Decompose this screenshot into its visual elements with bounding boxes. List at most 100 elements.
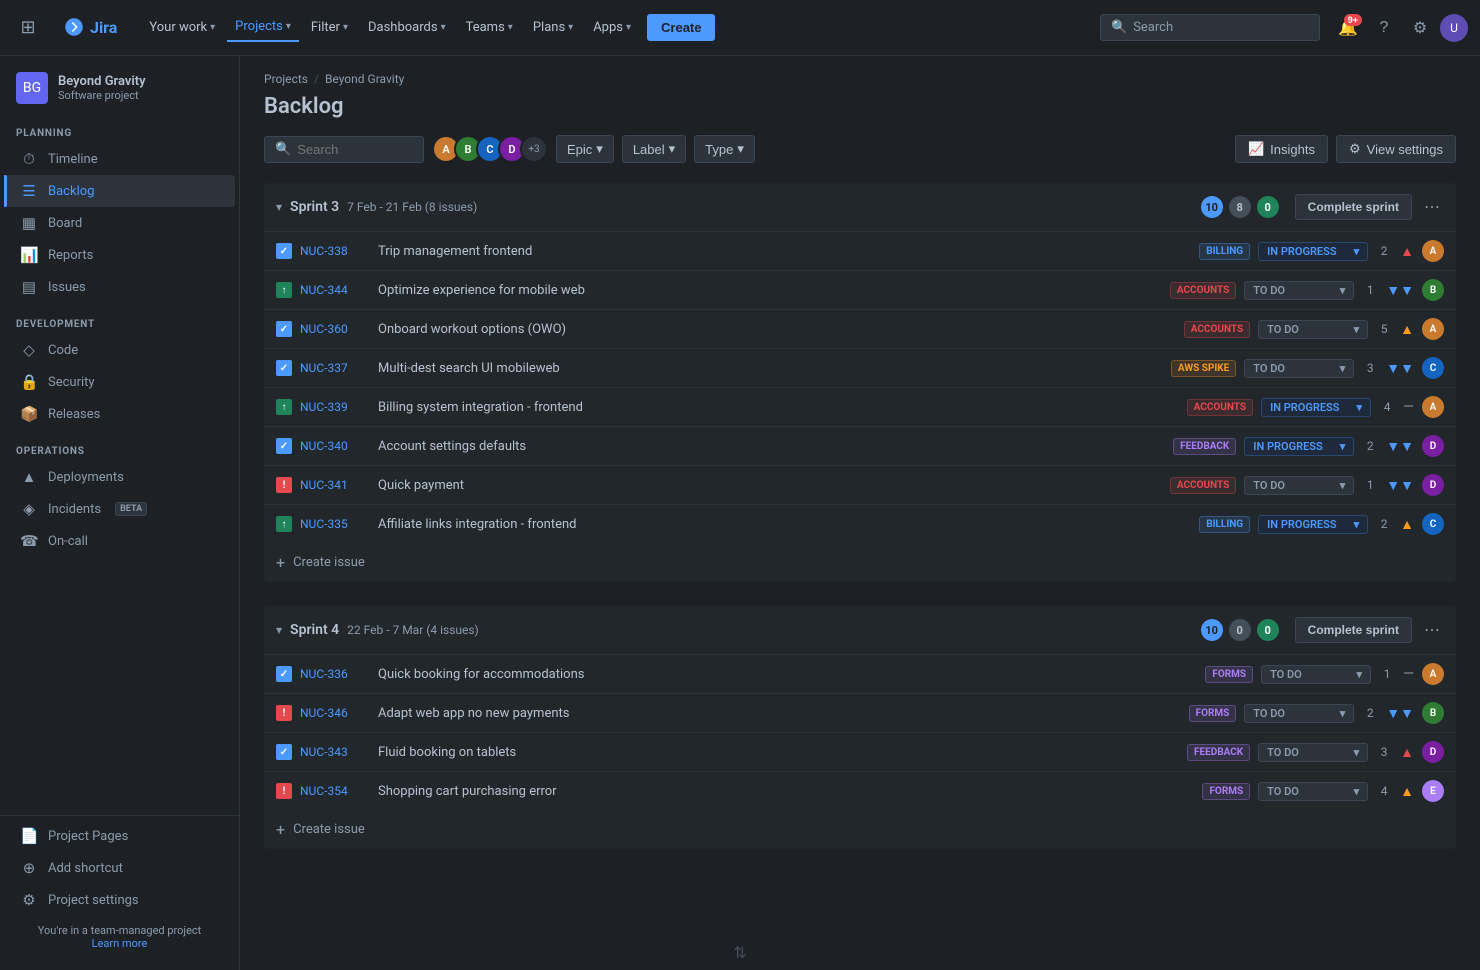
issue-points: 1 <box>1362 478 1378 492</box>
sidebar-item-project-pages[interactable]: 📄 Project Pages <box>4 820 235 852</box>
search-icon: 🔍 <box>1111 20 1127 35</box>
sprint4-menu-button[interactable]: ⋯ <box>1420 616 1444 644</box>
issue-points: 2 <box>1376 244 1392 258</box>
issue-status[interactable]: IN PROGRESS ▾ <box>1244 437 1354 456</box>
issue-row[interactable]: ↑ NUC-339 Billing system integration - f… <box>264 388 1456 427</box>
nav-plans[interactable]: Plans ▾ <box>525 14 581 41</box>
label-filter[interactable]: Label ▾ <box>622 135 686 163</box>
sidebar-item-project-settings[interactable]: ⚙ Project settings <box>4 884 235 916</box>
issue-row[interactable]: ! NUC-354 Shopping cart purchasing error… <box>264 772 1456 810</box>
sidebar-item-add-shortcut[interactable]: ⊕ Add shortcut <box>4 852 235 884</box>
issue-key[interactable]: NUC-343 <box>300 745 370 759</box>
insights-button[interactable]: 📈 Insights <box>1235 135 1328 163</box>
sidebar-item-security[interactable]: 🔒 Security <box>4 366 235 398</box>
sidebar-item-releases[interactable]: 📦 Releases <box>4 398 235 430</box>
issue-row[interactable]: ! NUC-341 Quick payment ACCOUNTS TO DO ▾… <box>264 466 1456 505</box>
resize-handle[interactable]: ⇅ <box>733 943 746 962</box>
breadcrumb-projects[interactable]: Projects <box>264 72 308 86</box>
nav-filter[interactable]: Filter ▾ <box>303 14 356 41</box>
sprint4-dates: 22 Feb - 7 Mar (4 issues) <box>347 623 479 637</box>
nav-your-work[interactable]: Your work ▾ <box>141 14 223 41</box>
sprint3-header[interactable]: ▾ Sprint 3 7 Feb - 21 Feb (8 issues) 10 … <box>264 183 1456 232</box>
sidebar: BG Beyond Gravity Software project PLANN… <box>0 56 240 970</box>
issue-status[interactable]: IN PROGRESS ▾ <box>1258 515 1368 534</box>
issue-status[interactable]: TO DO ▾ <box>1258 782 1368 801</box>
nav-apps[interactable]: Apps ▾ <box>585 14 639 41</box>
issue-avatar: A <box>1422 396 1444 418</box>
sidebar-item-backlog[interactable]: ☰ Backlog <box>4 175 235 207</box>
issue-row[interactable]: ! NUC-346 Adapt web app no new payments … <box>264 694 1456 733</box>
nav-dashboards[interactable]: Dashboards ▾ <box>360 14 454 41</box>
search-box[interactable]: 🔍 Search <box>1100 14 1320 41</box>
sidebar-item-deployments[interactable]: ▲ Deployments <box>4 461 235 493</box>
issue-key[interactable]: NUC-338 <box>300 244 370 258</box>
grid-menu-icon[interactable]: ⊞ <box>12 12 44 44</box>
app-logo[interactable]: Jira <box>52 0 129 56</box>
sprint4-complete-button[interactable]: Complete sprint <box>1295 617 1412 643</box>
assignee-filter[interactable]: A B C D +3 <box>432 135 548 163</box>
issue-row[interactable]: ↑ NUC-344 Optimize experience for mobile… <box>264 271 1456 310</box>
issue-row[interactable]: ↑ NUC-335 Affiliate links integration - … <box>264 505 1456 543</box>
issue-status[interactable]: TO DO ▾ <box>1244 476 1354 495</box>
nav-projects[interactable]: Projects ▾ <box>227 13 299 42</box>
timeline-icon: ⏱ <box>20 150 38 168</box>
issue-status[interactable]: TO DO ▾ <box>1244 704 1354 723</box>
sidebar-item-board[interactable]: ▦ Board <box>4 207 235 239</box>
issue-key[interactable]: NUC-335 <box>300 517 370 531</box>
issue-status[interactable]: TO DO ▾ <box>1261 665 1371 684</box>
issue-row[interactable]: ✓ NUC-338 Trip management frontend BILLI… <box>264 232 1456 271</box>
issue-type-bug-icon: ! <box>276 783 292 799</box>
search-input[interactable] <box>297 142 413 157</box>
sprint4-create-issue[interactable]: + Create issue <box>264 810 1456 849</box>
backlog-search[interactable]: 🔍 <box>264 136 424 163</box>
issue-points: 3 <box>1376 745 1392 759</box>
issue-key[interactable]: NUC-344 <box>300 283 370 297</box>
issue-status[interactable]: IN PROGRESS ▾ <box>1258 242 1368 261</box>
sprint3-menu-button[interactable]: ⋯ <box>1420 193 1444 221</box>
notifications-button[interactable]: 🔔 9+ <box>1332 12 1364 44</box>
sprint3-complete-button[interactable]: Complete sprint <box>1295 194 1412 220</box>
issue-key[interactable]: NUC-340 <box>300 439 370 453</box>
sidebar-item-code[interactable]: ◇ Code <box>4 334 235 366</box>
sidebar-item-timeline[interactable]: ⏱ Timeline <box>4 143 235 175</box>
board-icon: ▦ <box>20 214 38 232</box>
view-settings-button[interactable]: ⚙ View settings <box>1336 135 1456 163</box>
issue-status[interactable]: IN PROGRESS ▾ <box>1261 398 1371 417</box>
issue-key[interactable]: NUC-336 <box>300 667 370 681</box>
issue-key[interactable]: NUC-337 <box>300 361 370 375</box>
issue-row[interactable]: ✓ NUC-340 Account settings defaults FEED… <box>264 427 1456 466</box>
help-button[interactable]: ? <box>1368 12 1400 44</box>
issue-status[interactable]: TO DO ▾ <box>1244 359 1354 378</box>
issue-row[interactable]: ✓ NUC-343 Fluid booking on tablets FEEDB… <box>264 733 1456 772</box>
sprint4-header[interactable]: ▾ Sprint 4 22 Feb - 7 Mar (4 issues) 10 … <box>264 606 1456 655</box>
issue-key[interactable]: NUC-354 <box>300 784 370 798</box>
issue-status[interactable]: TO DO ▾ <box>1258 743 1368 762</box>
sidebar-item-incidents[interactable]: ◈ Incidents BETA <box>4 493 235 525</box>
issue-row[interactable]: ✓ NUC-360 Onboard workout options (OWO) … <box>264 310 1456 349</box>
footer-link[interactable]: Learn more <box>92 937 148 950</box>
issue-row[interactable]: ✓ NUC-337 Multi-dest search UI mobileweb… <box>264 349 1456 388</box>
sprint3-create-issue[interactable]: + Create issue <box>264 543 1456 582</box>
type-filter[interactable]: Type ▾ <box>694 135 755 163</box>
issue-key[interactable]: NUC-339 <box>300 400 370 414</box>
issue-priority: — <box>1403 666 1414 682</box>
create-button[interactable]: Create <box>647 14 715 41</box>
nav-teams[interactable]: Teams ▾ <box>458 14 521 41</box>
sprint3-issues: ✓ NUC-338 Trip management frontend BILLI… <box>264 232 1456 543</box>
epic-filter[interactable]: Epic ▾ <box>556 135 614 163</box>
issue-key[interactable]: NUC-346 <box>300 706 370 720</box>
sidebar-item-oncall[interactable]: ☎ On-call <box>4 525 235 557</box>
settings-button[interactable]: ⚙ <box>1404 12 1436 44</box>
avatar-more[interactable]: +3 <box>520 135 548 163</box>
issue-summary: Multi-dest search UI mobileweb <box>378 361 1163 376</box>
user-avatar[interactable]: U <box>1440 14 1468 42</box>
issue-status[interactable]: TO DO ▾ <box>1258 320 1368 339</box>
issue-key[interactable]: NUC-360 <box>300 322 370 336</box>
issue-key[interactable]: NUC-341 <box>300 478 370 492</box>
sidebar-item-reports[interactable]: 📊 Reports <box>4 239 235 271</box>
breadcrumb-beyond-gravity[interactable]: Beyond Gravity <box>325 72 404 86</box>
code-icon: ◇ <box>20 341 38 359</box>
issue-status[interactable]: TO DO ▾ <box>1244 281 1354 300</box>
issue-row[interactable]: ✓ NUC-336 Quick booking for accommodatio… <box>264 655 1456 694</box>
sidebar-item-issues[interactable]: ▤ Issues <box>4 271 235 303</box>
